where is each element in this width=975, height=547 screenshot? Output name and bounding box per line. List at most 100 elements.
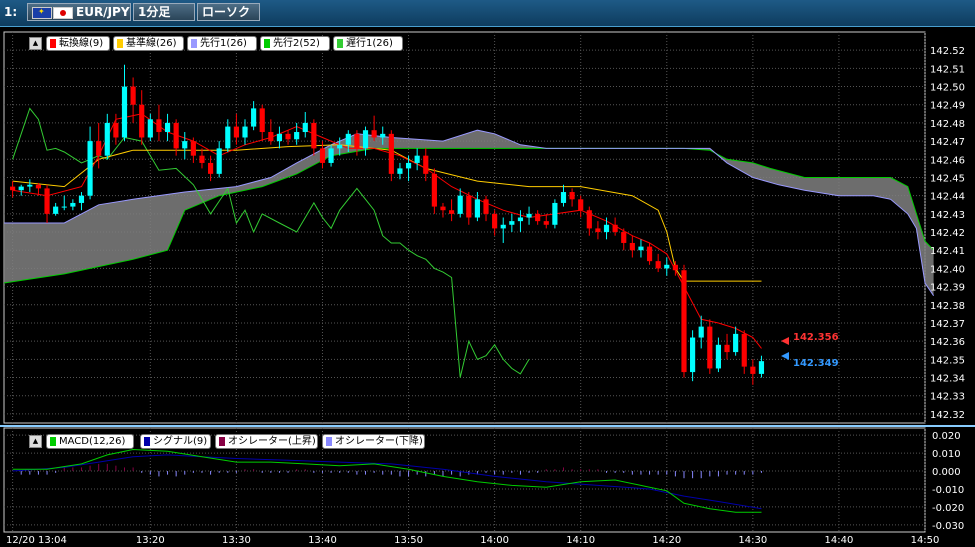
timeframe-selector[interactable]: 1分足: [133, 3, 195, 21]
candle-body: [715, 344, 722, 369]
candle-body: [302, 122, 308, 133]
candle-body: [595, 228, 601, 233]
candle-body: [535, 213, 541, 222]
price-tick-label: 142.36: [930, 337, 965, 348]
candle-body: [474, 199, 480, 218]
candle-body: [517, 217, 524, 222]
candle-body: [130, 86, 136, 105]
legend-kijun[interactable]: 基準線(26): [113, 36, 184, 51]
candle-body: [337, 144, 343, 149]
candle-body: [164, 122, 171, 133]
main-legend-collapse-button[interactable]: ▲: [29, 37, 42, 50]
senkou1-swatch: [191, 39, 197, 48]
price-tick-label: 142.49: [930, 101, 965, 112]
candle-body: [233, 126, 239, 138]
legend-tenkan[interactable]: 転換線(9): [46, 36, 110, 51]
candle-body: [586, 210, 592, 229]
candle-body: [225, 126, 231, 149]
candle-body: [707, 326, 713, 369]
legend-signal[interactable]: シグナル(9): [140, 434, 211, 449]
legend-senkou2[interactable]: 先行2(52): [260, 36, 330, 51]
price-tick-label: 142.47: [930, 137, 965, 148]
candle-body: [139, 104, 145, 138]
time-tick-label: 13:20: [136, 535, 165, 546]
macd-tick-label: 0.020: [932, 431, 961, 442]
candle-body: [285, 133, 291, 140]
price-tick-label: 142.37: [930, 319, 965, 330]
macd-tick-label: 0.000: [932, 467, 961, 478]
price-tick-label: 142.44: [930, 192, 965, 203]
price-tick-label: 142.43: [930, 210, 965, 221]
candle-body: [405, 162, 412, 169]
panel-number: 1:: [4, 5, 18, 19]
currency-pair-selector[interactable]: ✦ EUR/JPY: [27, 3, 131, 21]
macd-tick-label: 0.010: [932, 449, 961, 460]
osc-up-swatch: [219, 437, 225, 446]
price-tick-label: 142.50: [930, 83, 965, 94]
chart-svg[interactable]: 142.32 142.33 142.34 142.35 142.36 142.37 142.…: [0, 27, 975, 547]
candle-body: [466, 195, 472, 218]
chart-style-label: ローソク: [202, 5, 251, 19]
candle-body: [190, 141, 196, 156]
candle-body: [199, 155, 205, 163]
candle-body: [207, 162, 214, 174]
time-tick-label: 13:50: [394, 535, 423, 546]
time-tick-label: 13:40: [308, 535, 337, 546]
candle-body: [319, 148, 326, 163]
candle-body: [414, 155, 420, 163]
candle-body: [388, 133, 394, 174]
price-tick-label: 142.42: [930, 228, 965, 239]
time-tick-label: 14:00: [480, 535, 509, 546]
candle-body: [216, 148, 222, 174]
candle-body: [440, 206, 446, 211]
time-tick-label: 13:30: [222, 535, 251, 546]
candle-body: [156, 119, 162, 133]
candle-body: [733, 333, 739, 353]
price-tick-label: 142.41: [930, 246, 965, 257]
chart-area[interactable]: 142.32 142.33 142.34 142.35 142.36 142.37 142.…: [0, 27, 975, 547]
candle-body: [629, 242, 635, 251]
price-tick-label: 142.33: [930, 392, 965, 403]
price-tick-label: 142.32: [930, 410, 965, 421]
candle-body: [328, 148, 334, 163]
signal-swatch: [144, 437, 150, 446]
price-tick-label: 142.39: [930, 283, 965, 294]
senkou2-swatch: [264, 39, 270, 48]
candle-body: [724, 344, 730, 353]
price-tick-label: 142.45: [930, 173, 965, 184]
sub-legend-collapse-button[interactable]: ▲: [29, 435, 42, 448]
candle-body: [259, 108, 265, 133]
chart-style-selector[interactable]: ローソク: [197, 3, 260, 21]
candle-body: [294, 132, 300, 140]
candle-body: [113, 122, 119, 138]
candle-body: [664, 264, 670, 269]
close-price-label: 142.349: [793, 358, 839, 369]
legend-chikou[interactable]: 遅行1(26): [333, 36, 403, 51]
legend-macd[interactable]: MACD(12,26): [46, 434, 134, 449]
candle-body: [362, 130, 369, 149]
candle-body: [638, 246, 644, 251]
candle-body: [431, 173, 437, 207]
price-tick-label: 142.34: [930, 374, 965, 385]
candle-body: [104, 122, 110, 156]
candle-body: [423, 155, 429, 174]
legend-osc-up[interactable]: オシレーター(上昇): [215, 434, 318, 449]
candle-body: [560, 192, 567, 203]
candle-body: [371, 130, 377, 138]
legend-senkou1[interactable]: 先行1(26): [187, 36, 257, 51]
time-tick-label: 12/20 13:04: [6, 535, 67, 546]
kijun-swatch: [117, 39, 123, 48]
candle-body: [10, 186, 16, 191]
candle-body: [621, 232, 627, 243]
candle-body: [526, 213, 532, 218]
candle-body: [251, 108, 257, 127]
candle-body: [655, 261, 661, 269]
candle-body: [121, 86, 128, 138]
price-tick-label: 142.52: [930, 46, 965, 57]
eu-flag-icon: ✦: [32, 7, 52, 19]
macd-tick-label: -0.030: [932, 521, 964, 532]
chart-toolbar: 1: ✦ EUR/JPY 1分足 ローソク: [0, 0, 975, 27]
candle-body: [698, 326, 704, 338]
candle-body: [61, 206, 67, 208]
legend-osc-down[interactable]: オシレーター(下降): [322, 434, 425, 449]
